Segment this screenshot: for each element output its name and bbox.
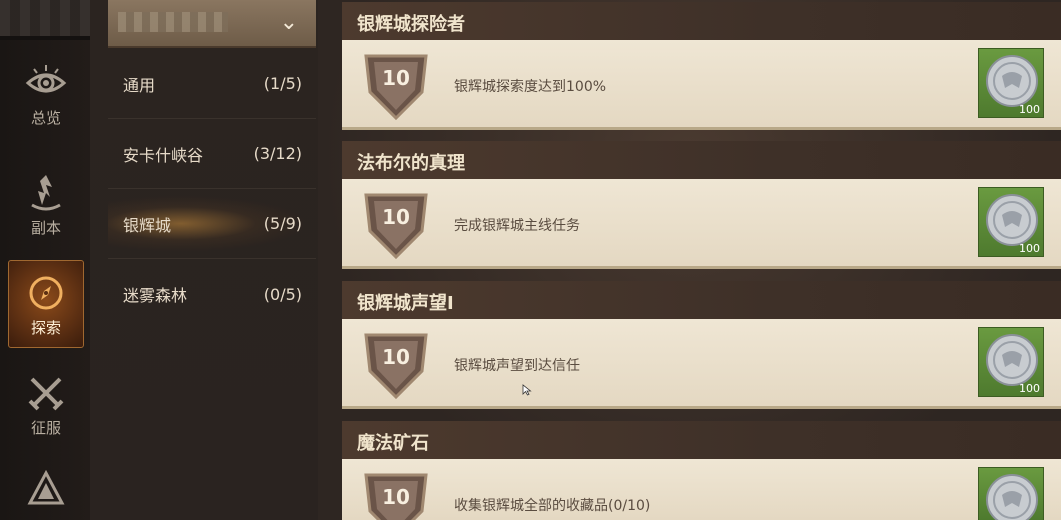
silver-coin-icon xyxy=(986,334,1038,386)
achievement-card[interactable]: 10 完成银辉城主线任务 100 xyxy=(342,179,1061,269)
crossed-swords-icon xyxy=(28,377,64,410)
category-progress: (3/12) xyxy=(253,144,302,163)
achievement-card[interactable]: 10 银辉城探索度达到100% 100 xyxy=(342,40,1061,130)
rail-label: 探索 xyxy=(30,318,61,337)
achievement-title: 银辉城探险者 xyxy=(342,2,1061,40)
achievement-description: 银辉城探索度达到100% xyxy=(454,79,607,95)
silver-coin-icon xyxy=(986,194,1038,246)
rail-label: 总览 xyxy=(30,108,61,127)
rail-label: 副本 xyxy=(30,218,61,237)
achievement-description: 完成银辉城主线任务 xyxy=(454,218,580,234)
category-name: 迷雾森林 xyxy=(123,286,188,305)
reward-slot[interactable] xyxy=(978,467,1044,520)
achievement-points: 10 xyxy=(382,66,410,90)
mouse-cursor-icon xyxy=(522,384,532,396)
reward-slot[interactable]: 100 xyxy=(978,48,1044,118)
reward-quantity: 100 xyxy=(1019,103,1040,116)
category-item[interactable]: 安卡什峡谷 (3/12) xyxy=(108,119,316,189)
category-name: 银辉城 xyxy=(123,215,172,235)
category-item-selected[interactable]: 银辉城 (5/9) xyxy=(108,189,316,259)
achievement-title: 银辉城声望I xyxy=(342,281,1061,319)
side-navigation: 总览 副本 探索 征服 xyxy=(0,0,90,520)
eye-icon xyxy=(25,64,67,92)
category-progress: (5/9) xyxy=(263,214,302,233)
rail-label: 征服 xyxy=(30,418,61,437)
silver-coin-icon xyxy=(986,55,1038,107)
category-item[interactable]: 通用 (1/5) xyxy=(108,49,316,119)
category-name: 安卡什峡谷 xyxy=(123,145,204,165)
achievement-card[interactable]: 10 收集银辉城全部的收藏品(0/10) xyxy=(342,459,1061,520)
reward-slot[interactable]: 100 xyxy=(978,327,1044,397)
achievement-description: 银辉城声望到达信任 xyxy=(454,358,580,374)
silver-coin-icon xyxy=(986,474,1038,520)
achievement-points: 10 xyxy=(382,345,410,369)
achievement-title: 魔法矿石 xyxy=(342,421,1061,459)
flame-icon xyxy=(31,174,61,210)
category-name: 通用 xyxy=(123,75,156,95)
rail-item-overview[interactable]: 总览 xyxy=(8,50,84,138)
achievement-description: 收集银辉城全部的收藏品(0/10) xyxy=(454,498,651,514)
achievement-points: 10 xyxy=(382,485,410,509)
reward-quantity: 100 xyxy=(1019,242,1040,255)
category-progress: (1/5) xyxy=(263,74,302,93)
rail-item-conquest[interactable]: 征服 xyxy=(8,360,84,448)
chevron-down-icon: ⌄ xyxy=(279,10,298,35)
rail-item-explore[interactable]: 探索 xyxy=(8,260,84,348)
triangle-emblem-icon xyxy=(27,469,65,505)
rail-item-more[interactable] xyxy=(8,460,84,520)
category-progress: (0/5) xyxy=(263,284,302,304)
category-item[interactable]: 迷雾森林 (0/5) xyxy=(108,259,316,329)
achievement-points: 10 xyxy=(382,205,410,229)
reward-quantity: 100 xyxy=(1019,382,1040,395)
category-dropdown[interactable]: ⌄ xyxy=(108,0,316,48)
rail-item-dungeon[interactable]: 副本 xyxy=(8,160,84,248)
blurred-selection xyxy=(118,12,228,32)
achievement-card[interactable]: 10 银辉城声望到达信任 100 xyxy=(342,319,1061,409)
compass-icon xyxy=(29,276,63,309)
reward-slot[interactable]: 100 xyxy=(978,187,1044,257)
achievement-title: 法布尔的真理 xyxy=(342,141,1061,179)
